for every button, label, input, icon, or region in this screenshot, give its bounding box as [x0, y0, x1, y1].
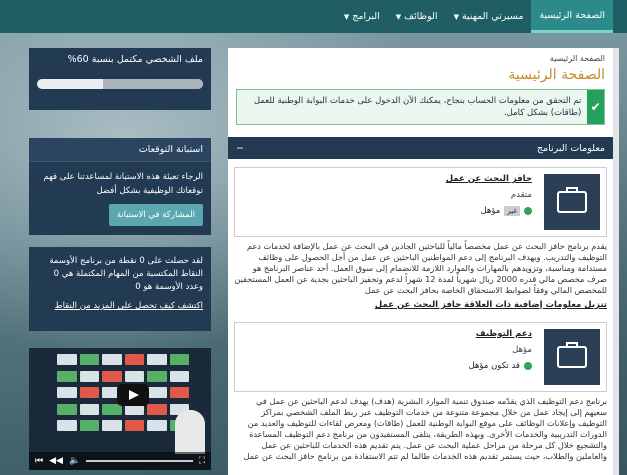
nav-home[interactable]: الصفحة الرئيسية	[531, 0, 613, 33]
scrollbar[interactable]	[613, 48, 619, 475]
program-eligibility-text: مؤهل	[480, 206, 501, 216]
program-badge: غير	[504, 206, 520, 216]
check-icon: ✔	[587, 90, 604, 124]
page-title: الصفحة الرئيسية	[508, 67, 605, 83]
success-alert-text: تم التحقق من معلومات الحساب بنجاح، يمكنك…	[253, 96, 582, 118]
program-related-link[interactable]: تنزيل معلومات إضافية ذات العلاقة حافز ال…	[228, 296, 613, 314]
points-line-2: النقاط المكتسبة من المهام المكتملة هي 0 …	[53, 269, 203, 292]
nav-my-career[interactable]: مسيرتي المهنية ▼	[446, 0, 532, 33]
chevron-down-icon: ▼	[453, 12, 459, 21]
rewind-icon[interactable]: ◀◀	[49, 456, 63, 466]
survey-title: استبانة التوقعات	[29, 138, 211, 162]
points-more-link[interactable]: اكتشف كيف تحصل على المزيد من النقاط	[37, 300, 203, 313]
main-panel: الصفحة الرئيسية الصفحة الرئيسية ✔ تم الت…	[228, 48, 613, 475]
program-eligibility: قد تكون مؤهل	[241, 361, 532, 371]
status-dot-icon	[524, 362, 532, 370]
program-info-title: معلومات البرنامج	[536, 142, 605, 154]
breadcrumb[interactable]: الصفحة الرئيسية	[228, 48, 613, 63]
volume-icon[interactable]: 🔈	[69, 456, 80, 466]
program-status: مؤهل	[512, 345, 532, 355]
program-name[interactable]: دعم التوظيف	[241, 329, 532, 339]
briefcase-icon	[557, 187, 587, 213]
program-card: دعم التوظيف مؤهل قد تكون مؤهل	[234, 322, 607, 392]
skip-back-icon[interactable]: ⏮	[35, 456, 43, 466]
top-navigation: الصفحة الرئيسية مسيرتي المهنية ▼ الوظائف…	[0, 0, 627, 33]
chevron-down-icon: ▼	[343, 12, 350, 21]
program-status: متقدم	[510, 190, 532, 200]
video-player[interactable]: ⏮ ◀◀ 🔈 ⛶	[29, 348, 211, 470]
program-description: يقدم برنامج حافز البحث عن عمل مخصصاً مال…	[234, 241, 607, 295]
survey-card: استبانة التوقعات الرجاء تعبئة هذه الاستب…	[29, 138, 211, 235]
nav-home-label: الصفحة الرئيسية	[539, 9, 605, 21]
program-image	[544, 174, 600, 230]
program-image	[544, 329, 600, 385]
program-description: برنامج دعم التوظيف الذي يقدّمه صندوق تنم…	[243, 396, 607, 461]
program-name[interactable]: حافز البحث عن عمل	[241, 174, 532, 184]
collapse-icon[interactable]: −	[236, 143, 244, 154]
program-eligibility: غير مؤهل	[241, 206, 532, 216]
briefcase-icon	[557, 342, 587, 368]
success-alert: ✔ تم التحقق من معلومات الحساب بنجاح، يمك…	[236, 89, 605, 125]
nav-jobs[interactable]: الوظائف ▼	[388, 0, 446, 33]
profile-completion-title: ملف الشخصي مكتمل بنسبة 60%	[67, 54, 203, 65]
presenter-image	[175, 410, 205, 454]
profile-progress-fill	[103, 79, 203, 89]
nav-programs[interactable]: البرامج ▼	[336, 0, 388, 33]
profile-completion-card: ملف الشخصي مكتمل بنسبة 60%	[29, 48, 211, 110]
profile-progress-bar	[37, 79, 203, 89]
video-controls: ⏮ ◀◀ 🔈 ⛶	[29, 452, 211, 470]
points-card: لقد حصلت على 0 نقطة من برنامج الأوسمة ال…	[29, 247, 211, 331]
video-seek-bar[interactable]	[86, 460, 193, 462]
play-button[interactable]	[117, 384, 149, 406]
nav-jobs-label: الوظائف	[404, 11, 438, 22]
status-dot-icon	[524, 207, 532, 215]
nav-my-career-label: مسيرتي المهنية	[461, 11, 524, 22]
program-info-header[interactable]: معلومات البرنامج −	[228, 137, 613, 159]
program-eligibility-text: قد تكون مؤهل	[468, 361, 521, 371]
program-card: حافز البحث عن عمل متقدم غير مؤهل	[234, 167, 607, 237]
survey-text: الرجاء تعبئة هذه الاستبانة لمساعدتنا على…	[43, 172, 203, 196]
fullscreen-icon[interactable]: ⛶	[199, 456, 205, 466]
survey-participate-button[interactable]: المشاركة في الاستبانة	[108, 204, 203, 226]
chevron-down-icon: ▼	[395, 12, 402, 21]
points-line-1: لقد حصلت على 0 نقطة من برنامج الأوسمة	[49, 256, 203, 266]
nav-programs-label: البرامج	[352, 11, 380, 22]
